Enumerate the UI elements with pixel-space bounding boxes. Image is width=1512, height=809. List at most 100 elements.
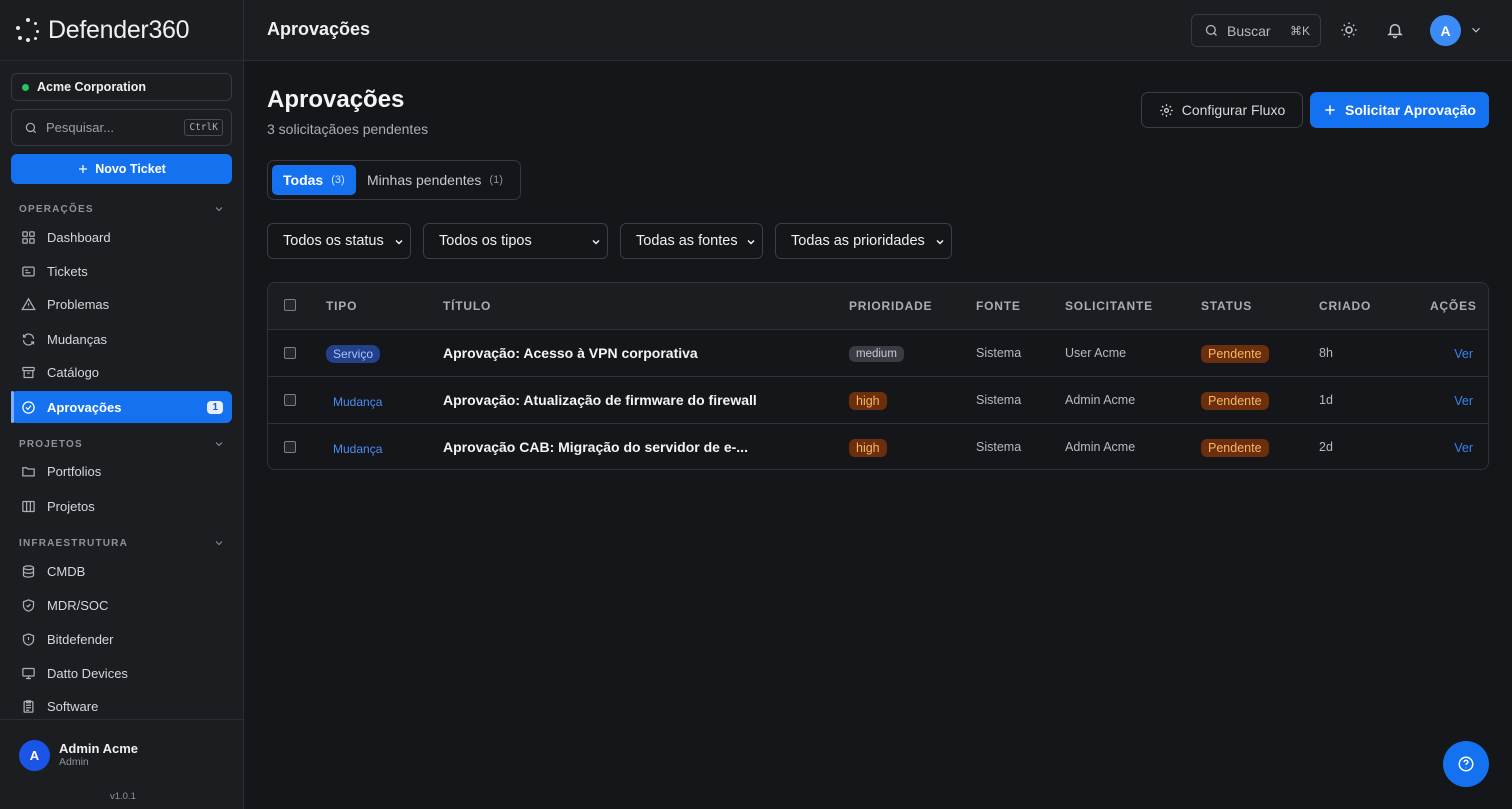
sidebar-search-input[interactable]: Pesquisar... CtrlK [11,109,232,146]
column-header[interactable]: FONTE [976,299,1021,313]
sidebar-item-aprovacoes[interactable]: Aprovações 1 [11,391,232,423]
created-cell: 2d [1319,440,1333,454]
user-name: Admin Acme [59,741,138,756]
status-badge: Pendente [1201,345,1269,363]
sidebar-item-mudancas[interactable]: Mudanças [11,323,232,355]
view-link[interactable]: Ver [1454,441,1473,455]
bell-icon[interactable] [1386,21,1404,39]
sun-icon[interactable] [1340,21,1358,39]
sidebar-item-software[interactable]: Software [11,690,232,722]
section-operacoes[interactable]: OPERAÇÕES [19,203,225,215]
status-filter-select[interactable]: Todos os status [267,223,411,259]
ticket-icon [22,266,35,276]
tab-count: (3) [331,174,345,186]
clipboard-icon [23,699,34,713]
brand-logo[interactable]: Defender360 [0,0,243,61]
new-ticket-button[interactable]: Novo Ticket [11,154,232,184]
sidebar-item-projetos[interactable]: Projetos [11,490,232,522]
type-badge: Serviço [326,345,381,363]
configure-flow-button[interactable]: Configurar Fluxo [1141,92,1303,128]
sidebar-item-portfolios[interactable]: Portfolios [11,455,232,487]
priority-filter-select[interactable]: Todas as prioridades [775,223,952,259]
column-header[interactable]: TIPO [326,299,357,313]
request-approval-button[interactable]: Solicitar Aprovação [1310,92,1489,128]
sidebar-item-label: Software [47,698,99,714]
search-icon [1205,24,1217,36]
priority-badge: medium [849,346,904,362]
approval-title[interactable]: Aprovação: Acesso à VPN corporativa [443,345,698,361]
priority-badge: high [849,392,887,410]
sidebar-item-label: Problemas [47,296,110,312]
sidebar-item-label: Dashboard [47,229,111,245]
filter-value: Todas as fontes [636,233,738,249]
created-cell: 8h [1319,346,1333,360]
sidebar-item-datto-devices[interactable]: Datto Devices [11,657,232,689]
columns-icon [22,500,35,512]
tab-count: (1) [489,174,503,186]
section-title: PROJETOS [19,438,83,450]
column-header[interactable]: PRIORIDADE [849,299,932,313]
type-badge: Mudança [333,395,383,409]
sidebar-item-mdr-soc[interactable]: MDR/SOC [11,589,232,621]
sidebar-search-placeholder: Pesquisar... [46,120,114,135]
sidebar-item-dashboard[interactable]: Dashboard [11,221,232,253]
sidebar-item-label: Tickets [47,263,88,279]
global-search-button[interactable]: Buscar ⌘K [1191,14,1321,47]
chevron-down-icon [936,239,944,245]
row-checkbox[interactable] [284,441,296,453]
row-checkbox[interactable] [284,394,296,406]
sidebar-item-label: Mudanças [47,331,107,347]
view-link[interactable]: Ver [1454,394,1473,408]
table-row[interactable]: Mudança Aprovação: Atualização de firmwa… [268,377,1488,424]
row-checkbox[interactable] [284,347,296,359]
sidebar-item-cmdb[interactable]: CMDB [11,555,232,587]
sidebar-item-bitdefender[interactable]: Bitdefender [11,623,232,655]
section-infraestrutura[interactable]: INFRAESTRUTURA [19,537,225,549]
chevron-down-icon [592,239,600,245]
source-cell: Sistema [976,440,1022,454]
page-subtitle: 3 solicitaçãoes pendentes [267,121,429,137]
approval-title[interactable]: Aprovação: Atualização de firmware do fi… [443,392,757,408]
app-version: v1.0.1 [110,791,136,802]
org-status-dot [22,83,29,91]
sidebar-item-label: MDR/SOC [47,597,109,613]
user-role: Admin [59,756,89,768]
refresh-icon [22,332,35,346]
view-link[interactable]: Ver [1454,347,1473,361]
chevron-down-icon [395,239,403,245]
org-selector[interactable]: Acme Corporation [11,73,232,101]
column-header: AÇÕES [1430,299,1477,313]
logo-dots-icon [16,18,40,42]
tab-group: Todas (3) Minhas pendentes (1) [267,160,521,200]
column-header[interactable]: STATUS [1201,299,1252,313]
column-header[interactable]: SOLICITANTE [1065,299,1153,313]
column-header[interactable]: CRIADO [1319,299,1371,313]
sidebar-item-catalogo[interactable]: Catálogo [11,356,232,388]
sidebar-item-label: Datto Devices [47,665,128,681]
priority-badge: high [849,439,887,457]
user-profile[interactable]: A Admin Acme Admin v1.0.1 [0,719,243,809]
column-header[interactable]: TÍTULO [443,299,491,313]
sidebar-item-problemas[interactable]: Problemas [11,288,232,320]
section-projetos[interactable]: PROJETOS [19,438,225,450]
plus-icon [79,165,88,173]
help-icon [1458,756,1474,772]
table-row[interactable]: Mudança Aprovação CAB: Migração do servi… [268,424,1488,469]
table-row[interactable]: Serviço Aprovação: Acesso à VPN corporat… [268,330,1488,377]
tab-todas[interactable]: Todas (3) [272,165,356,195]
sidebar-item-tickets[interactable]: Tickets [11,255,232,287]
avatar[interactable]: A [1430,15,1461,46]
tab-minhas-pendentes[interactable]: Minhas pendentes (1) [357,165,514,195]
chevron-down-icon[interactable] [1469,23,1483,37]
source-filter-select[interactable]: Todas as fontes [620,223,763,259]
select-all-checkbox[interactable] [284,299,296,311]
sidebar: Defender360 Acme Corporation Pesquisar..… [0,0,244,809]
approval-title[interactable]: Aprovação CAB: Migração do servidor de e… [443,439,748,455]
type-filter-select[interactable]: Todos os tipos [423,223,608,259]
help-button[interactable] [1443,741,1489,787]
table-header: TIPO TÍTULO PRIORIDADE FONTE SOLICITANTE… [268,283,1488,330]
page-title: Aprovações [267,86,405,113]
global-search-label: Buscar [1227,22,1271,39]
shield-alert-icon [22,632,35,646]
sidebar-item-label: Projetos [47,498,95,514]
